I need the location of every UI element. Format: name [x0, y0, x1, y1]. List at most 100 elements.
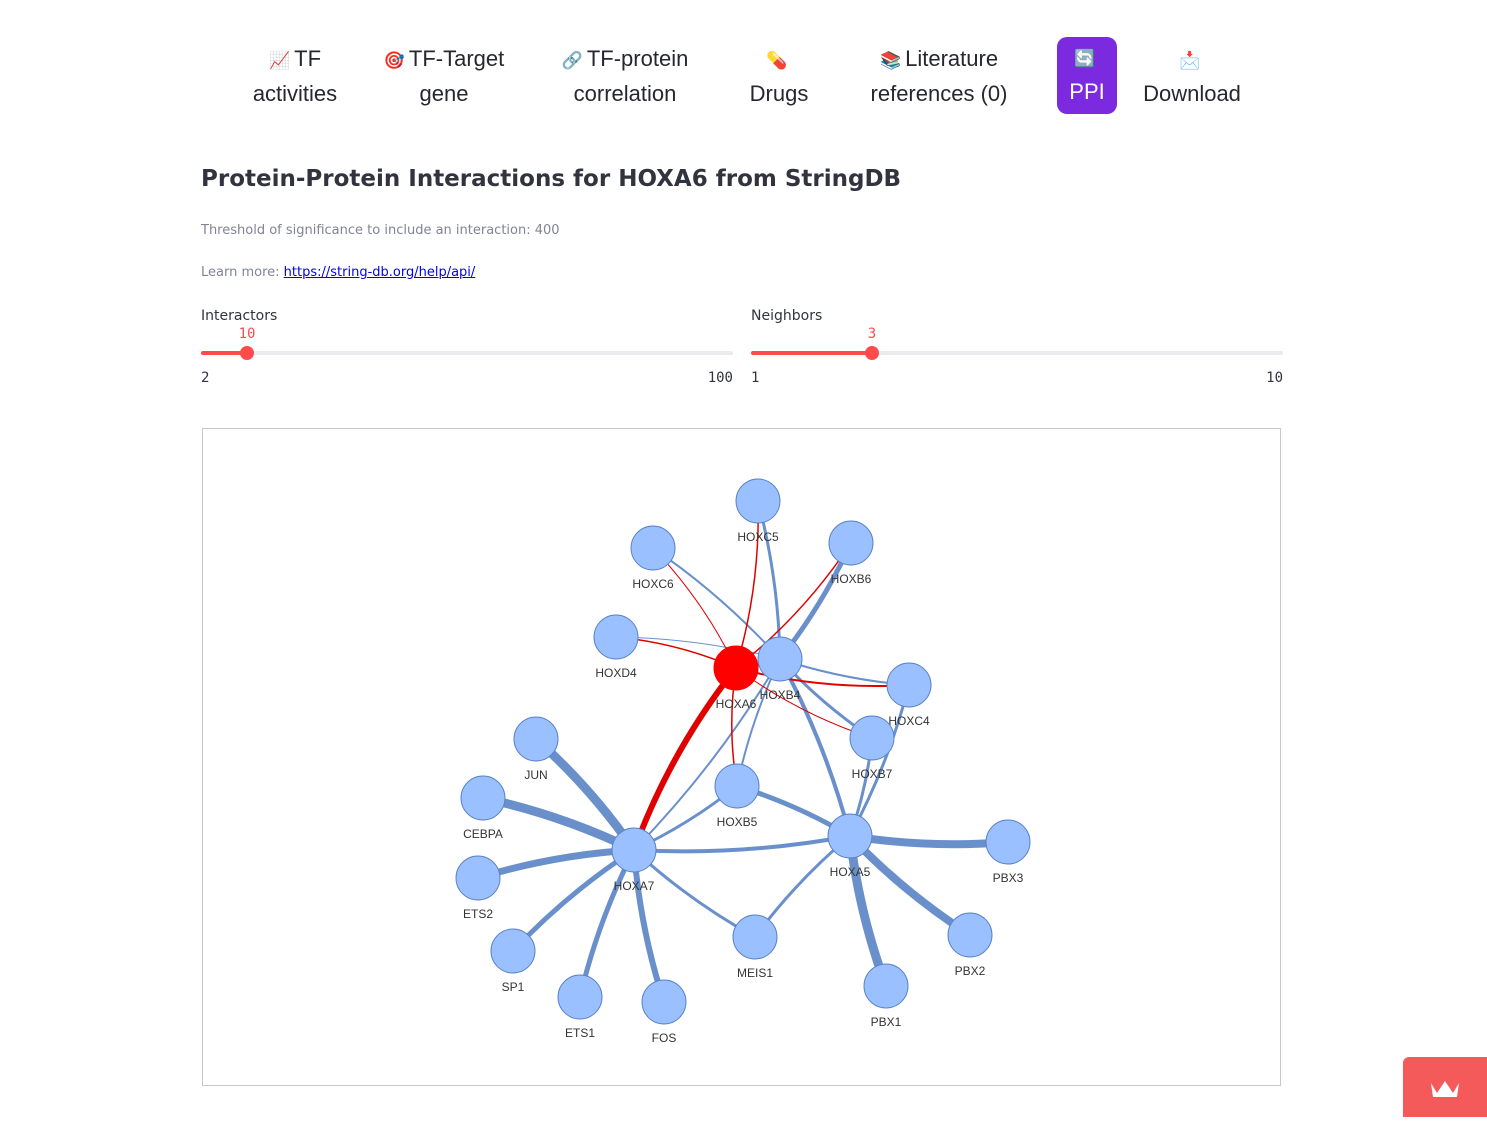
neighbors-thumb[interactable] — [865, 346, 879, 360]
node-hoxa7[interactable]: HOXA7 — [611, 827, 657, 893]
node-label: MEIS1 — [737, 966, 773, 980]
node-circle[interactable] — [714, 763, 760, 809]
node-label: HOXC4 — [888, 714, 930, 728]
node-ets1[interactable]: ETS1 — [557, 974, 603, 1040]
node-pbx3[interactable]: PBX3 — [985, 819, 1031, 885]
node-circle[interactable] — [732, 914, 778, 960]
node-circle[interactable] — [849, 715, 895, 761]
crown-icon — [1431, 1081, 1459, 1097]
node-hoxb6[interactable]: HOXB6 — [828, 520, 874, 586]
node-label: HOXD4 — [595, 666, 637, 680]
node-label: FOS — [652, 1031, 677, 1045]
node-label: HOXC5 — [737, 530, 779, 544]
node-label: HOXA5 — [830, 865, 871, 879]
node-meis1[interactable]: MEIS1 — [732, 914, 778, 980]
node-hoxb7[interactable]: HOXB7 — [849, 715, 895, 781]
neighbors-label: Neighbors — [751, 308, 823, 324]
node-hoxc5[interactable]: HOXC5 — [735, 478, 781, 544]
node-label: HOXB7 — [852, 767, 893, 781]
neighbors-min: 1 — [751, 370, 760, 386]
node-hoxd4[interactable]: HOXD4 — [593, 614, 639, 680]
neighbors-max: 10 — [1266, 370, 1283, 386]
tab-label-top: 🎯 TF-Target — [376, 42, 512, 77]
tab-label-top: 📩 — [1135, 42, 1249, 77]
interactors-thumb[interactable] — [240, 346, 254, 360]
edge-hoxb4-hoxc6 — [652, 547, 781, 660]
node-label: SP1 — [502, 980, 525, 994]
node-circle[interactable] — [947, 912, 993, 958]
tab-icon: 💊 — [766, 51, 788, 70]
node-circle[interactable] — [557, 974, 603, 1020]
node-hoxa5[interactable]: HOXA5 — [827, 813, 873, 879]
node-label: HOXB5 — [717, 815, 758, 829]
node-ets2[interactable]: ETS2 — [455, 855, 501, 921]
tab-gene[interactable]: 🎯 TF-Target gene — [376, 36, 512, 116]
node-hoxb5[interactable]: HOXB5 — [714, 763, 760, 829]
edge-hoxa5-pbx3 — [846, 832, 1012, 849]
tab-icon: 📚 — [879, 51, 902, 70]
stringdb-api-link[interactable]: https://string-db.org/help/api/ — [284, 265, 476, 280]
tab-label-line1: TF — [294, 46, 322, 71]
tab-label-line2: Download — [1143, 81, 1241, 106]
node-hoxb4[interactable]: HOXB4 — [757, 636, 803, 702]
node-circle[interactable] — [630, 525, 676, 571]
tab-activities[interactable]: 📈 TF activities — [244, 36, 346, 116]
node-fos[interactable]: FOS — [641, 979, 687, 1045]
node-label: ETS1 — [565, 1026, 595, 1040]
node-circle[interactable] — [513, 716, 559, 762]
node-sp1[interactable]: SP1 — [490, 928, 536, 994]
tab-icon: 📈 — [268, 51, 291, 70]
tab-label-line1: Literature — [905, 46, 999, 71]
node-label: JUN — [524, 768, 547, 782]
node-label: PBX3 — [993, 871, 1024, 885]
node-circle[interactable] — [593, 614, 639, 660]
node-hoxa6[interactable]: HOXA6 — [713, 645, 759, 711]
tab-references-0[interactable]: 📚 Literature references (0) — [862, 36, 1016, 116]
node-label: HOXB4 — [760, 688, 801, 702]
node-circle[interactable] — [460, 775, 506, 821]
streamlit-badge[interactable] — [1403, 1057, 1487, 1117]
node-jun[interactable]: JUN — [513, 716, 559, 782]
node-hoxc4[interactable]: HOXC4 — [886, 662, 932, 728]
interactors-track[interactable] — [201, 351, 733, 355]
ppi-network-graph[interactable]: HOXC5 HOXC6 HOXB6 HOXD4 HOXA6 HOXB4 HOXC4 HOXB7… — [202, 428, 1281, 1086]
node-circle[interactable] — [713, 645, 759, 691]
learn-more-caption: Learn more: https://string-db.org/help/a… — [201, 265, 475, 280]
node-circle[interactable] — [828, 520, 874, 566]
edge-hoxa7-hoxa5 — [632, 834, 852, 854]
tab-icon: 🔗 — [561, 51, 583, 70]
node-label: HOXA7 — [614, 879, 655, 893]
node-circle[interactable] — [886, 662, 932, 708]
edge-hoxa7-ets1 — [577, 847, 637, 1000]
node-pbx1[interactable]: PBX1 — [863, 963, 909, 1029]
tab-drugs[interactable]: 💊 Drugs — [738, 36, 820, 116]
tab-label-line2: activities — [252, 81, 338, 106]
node-label: ETS2 — [463, 907, 493, 921]
tab-label-line2: references (0) — [870, 81, 1008, 106]
node-circle[interactable] — [985, 819, 1031, 865]
node-circle[interactable] — [641, 979, 687, 1025]
tab-label-line2: PPI — [1069, 79, 1105, 104]
node-label: HOXA6 — [716, 697, 757, 711]
tab-label-line2: correlation — [573, 81, 677, 106]
node-circle[interactable] — [863, 963, 909, 1009]
tab-label-top: 🔗 TF-protein — [552, 42, 698, 77]
node-label: PBX1 — [871, 1015, 902, 1029]
node-hoxc6[interactable]: HOXC6 — [630, 525, 676, 591]
node-circle[interactable] — [735, 478, 781, 524]
tab-ppi[interactable]: 🔄 PPI — [1057, 37, 1117, 114]
node-circle[interactable] — [827, 813, 873, 859]
node-cebpa[interactable]: CEBPA — [460, 775, 506, 841]
node-circle[interactable] — [611, 827, 657, 873]
node-label: PBX2 — [955, 964, 986, 978]
tab-icon: 📩 — [1179, 51, 1201, 70]
node-pbx2[interactable]: PBX2 — [947, 912, 993, 978]
node-circle[interactable] — [757, 636, 803, 682]
node-circle[interactable] — [455, 855, 501, 901]
tab-download[interactable]: 📩 Download — [1135, 36, 1249, 116]
edge-hoxa7-hoxb4 — [633, 658, 781, 851]
node-circle[interactable] — [490, 928, 536, 974]
tab-label-line2: Drugs — [749, 81, 809, 106]
network-svg[interactable]: HOXC5 HOXC6 HOXB6 HOXD4 HOXA6HOXB4 HOXC4 HOXB7… — [203, 429, 1280, 1085]
tab-correlation[interactable]: 🔗 TF-protein correlation — [552, 36, 698, 116]
